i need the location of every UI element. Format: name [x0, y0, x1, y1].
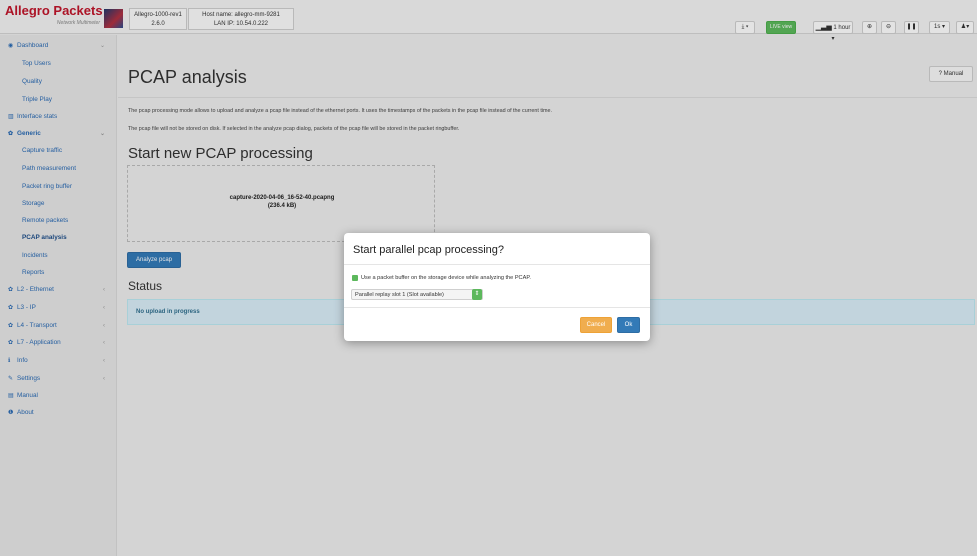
select-arrows-icon: ⇕: [472, 289, 482, 300]
checkbox-label: Use a packet buffer on the storage devic…: [361, 275, 531, 281]
cancel-button[interactable]: Cancel: [580, 317, 612, 333]
select-value: Parallel replay slot 1 (Slot available): [355, 292, 444, 298]
packet-buffer-checkbox[interactable]: [352, 275, 358, 281]
dialog-divider: [344, 264, 650, 265]
ok-button[interactable]: Ok: [617, 317, 640, 333]
dialog-title: Start parallel pcap processing?: [353, 244, 505, 256]
pcap-processing-dialog: Start parallel pcap processing? Use a pa…: [344, 233, 650, 341]
replay-slot-select[interactable]: Parallel replay slot 1 (Slot available) …: [351, 289, 483, 300]
dialog-divider: [344, 307, 650, 308]
